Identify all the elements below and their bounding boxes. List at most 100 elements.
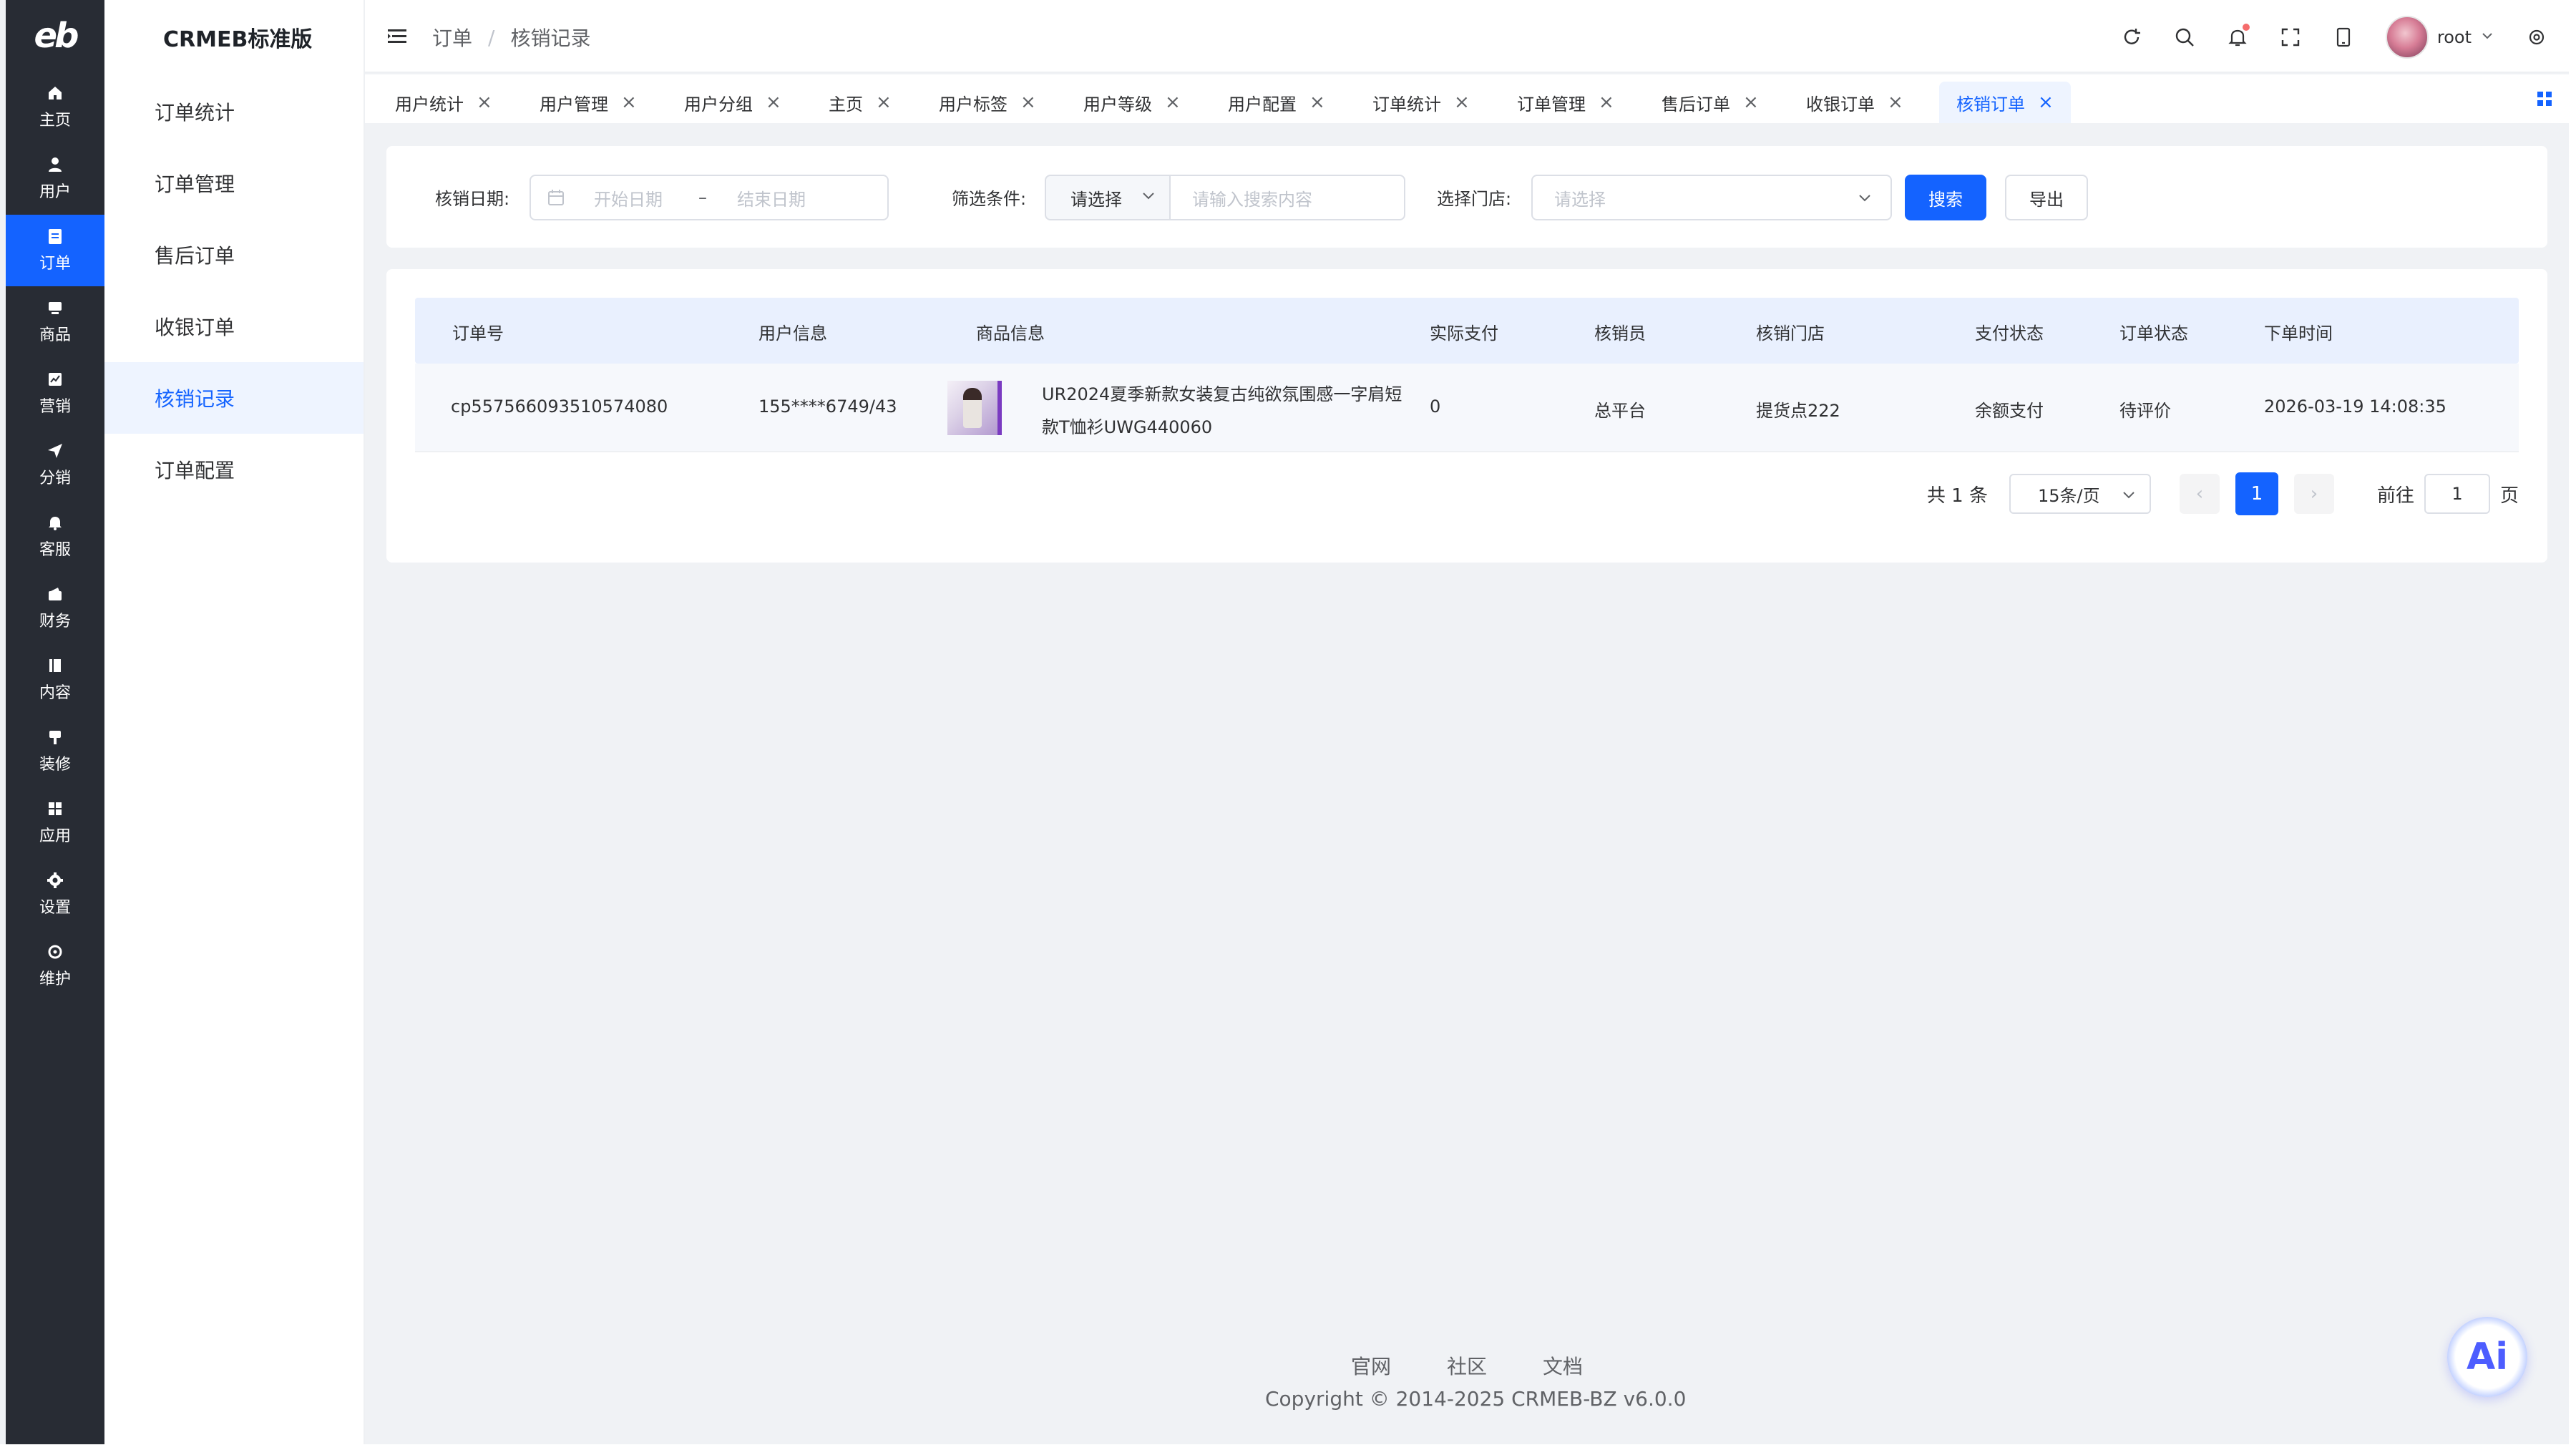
gear-icon[interactable]	[2526, 26, 2547, 48]
tab-label: 订单管理	[1517, 94, 1586, 115]
tab-user-level[interactable]: 用户等级 ×	[1066, 82, 1198, 123]
rail-item-decorate[interactable]: 装修	[6, 716, 104, 787]
close-icon[interactable]: ×	[876, 92, 892, 113]
chevron-down-icon	[1141, 188, 1156, 208]
ai-assistant-button[interactable]: Ai	[2447, 1317, 2527, 1397]
page-size-select[interactable]: 15条/页	[2009, 474, 2151, 514]
search-input[interactable]: 请输入搜索内容	[1169, 175, 1405, 220]
subnav-item-order-config[interactable]: 订单配置	[104, 434, 364, 505]
user-menu[interactable]: root	[2385, 16, 2494, 59]
rail-item-apps[interactable]: 应用	[6, 787, 104, 859]
store-cell: 提货点222	[1756, 401, 1840, 421]
tab-label: 用户统计	[395, 94, 464, 115]
clerk-cell: 总平台	[1594, 401, 1646, 421]
close-icon[interactable]: ×	[1020, 92, 1036, 113]
rail-item-maintain[interactable]: 维护	[6, 930, 104, 1002]
rail-item-content[interactable]: 内容	[6, 644, 104, 716]
rail-item-user[interactable]: 用户	[6, 143, 104, 215]
search-icon[interactable]	[2174, 26, 2195, 48]
tab-home[interactable]: 主页 ×	[811, 82, 909, 123]
footer-link-community[interactable]: 社区	[1447, 1351, 1487, 1380]
next-page-button[interactable]: ›	[2293, 474, 2334, 514]
rail-item-finance[interactable]: 财务	[6, 573, 104, 644]
tab-user-tags[interactable]: 用户标签 ×	[922, 82, 1053, 123]
rail-item-label: 主页	[39, 112, 71, 130]
column-header: 下单时间	[2264, 323, 2333, 344]
store-select[interactable]: 请选择	[1531, 175, 1892, 220]
settings-icon	[46, 872, 64, 889]
tab-user-manage[interactable]: 用户管理 ×	[522, 82, 654, 123]
brand-logo-mark: eb	[34, 16, 79, 56]
condition-select[interactable]: 请选择	[1045, 175, 1171, 220]
store-select-placeholder: 请选择	[1554, 189, 1606, 210]
table-row[interactable]: cp557566093510574080 155****6749/43 UR20…	[415, 364, 2519, 452]
subnav-item-cashier[interactable]: 收银订单	[104, 291, 364, 362]
subnav-item-order-manage[interactable]: 订单管理	[104, 147, 364, 219]
tab-cashier[interactable]: 收银订单 ×	[1789, 82, 1921, 123]
rail-item-label: 应用	[39, 827, 71, 845]
close-icon[interactable]: ×	[2038, 92, 2054, 113]
secondary-sidebar: CRMEB标准版 订单统计 订单管理 售后订单 收银订单 核销记录 订单配置	[104, 0, 365, 1450]
start-date-input[interactable]: 开始日期	[594, 185, 663, 210]
rail-item-home[interactable]: 主页	[6, 72, 104, 143]
fullscreen-icon[interactable]	[2280, 26, 2301, 48]
footer-link-official[interactable]: 官网	[1351, 1351, 1391, 1380]
paid-amount-cell: 0	[1430, 396, 1441, 417]
close-icon[interactable]: ×	[1599, 92, 1614, 113]
prev-page-button[interactable]: ‹	[2179, 474, 2220, 514]
close-icon[interactable]: ×	[1454, 92, 1470, 113]
close-icon[interactable]: ×	[1309, 92, 1325, 113]
finance-icon	[46, 585, 64, 603]
close-icon[interactable]: ×	[477, 92, 492, 113]
rail-item-marketing[interactable]: 营销	[6, 358, 104, 429]
tabs-menu-icon[interactable]	[2536, 90, 2555, 109]
footer-link-docs[interactable]: 文档	[1543, 1351, 1583, 1380]
close-icon[interactable]: ×	[1165, 92, 1181, 113]
content-icon	[46, 657, 64, 674]
rail-item-product[interactable]: 商品	[6, 286, 104, 358]
tab-user-stats[interactable]: 用户统计 ×	[378, 82, 509, 123]
brand-logo[interactable]: eb	[6, 0, 104, 72]
close-icon[interactable]: ×	[1888, 92, 1903, 113]
notification-bell-icon[interactable]	[2227, 24, 2250, 48]
tab-verify-orders[interactable]: 核销订单 ×	[1939, 82, 2071, 123]
end-date-input[interactable]: 结束日期	[737, 185, 806, 210]
subnav-item-order-stats[interactable]: 订单统计	[104, 76, 364, 147]
subnav-item-verify-records[interactable]: 核销记录	[104, 362, 364, 434]
refresh-icon[interactable]	[2121, 26, 2142, 48]
app-frame: eb 主页 用户 订单 商品 营销 分销 客服 财务 内容 装修 应用 设置 维…	[0, 0, 2576, 1450]
breadcrumb-parent[interactable]: 订单	[432, 23, 472, 52]
close-icon[interactable]: ×	[766, 92, 781, 113]
goto-page-input[interactable]: 1	[2424, 474, 2490, 514]
tab-label: 核销订单	[1956, 94, 2025, 115]
breadcrumb-current: 核销记录	[510, 26, 591, 50]
tab-aftersale[interactable]: 售后订单 ×	[1644, 82, 1776, 123]
mobile-preview-icon[interactable]	[2333, 26, 2354, 48]
rail-item-distribution[interactable]: 分销	[6, 429, 104, 501]
rail-item-label: 用户	[39, 183, 71, 201]
rail-item-settings[interactable]: 设置	[6, 859, 104, 930]
rail-item-order[interactable]: 订单	[6, 215, 104, 286]
close-icon[interactable]: ×	[1743, 92, 1759, 113]
subnav-item-aftersale[interactable]: 售后订单	[104, 219, 364, 291]
close-icon[interactable]: ×	[621, 92, 637, 113]
tab-user-config[interactable]: 用户配置 ×	[1211, 82, 1342, 123]
pay-status-cell: 余额支付	[1975, 401, 2044, 421]
export-button[interactable]: 导出	[2005, 175, 2088, 220]
tab-user-group[interactable]: 用户分组 ×	[667, 82, 799, 123]
rail-item-label: 财务	[39, 613, 71, 631]
tab-order-stats[interactable]: 订单统计 ×	[1355, 82, 1487, 123]
search-button[interactable]: 搜索	[1905, 175, 1986, 220]
product-name-line2: 款T恤衫UWG440060	[1042, 417, 1213, 437]
rail-item-service[interactable]: 客服	[6, 501, 104, 573]
rail-item-label: 订单	[39, 255, 71, 273]
menu-toggle-icon[interactable]	[386, 26, 408, 47]
tab-label: 用户等级	[1083, 94, 1152, 115]
product-icon	[46, 299, 64, 316]
app-title: CRMEB标准版	[163, 27, 313, 52]
table-header: 订单号 用户信息 商品信息 实际支付 核销员 核销门店 支付状态 订单状态 下单…	[415, 298, 2519, 364]
product-thumbnail[interactable]	[947, 381, 1002, 435]
page-number-button[interactable]: 1	[2235, 472, 2278, 515]
tab-order-manage[interactable]: 订单管理 ×	[1500, 82, 1631, 123]
date-range-picker[interactable]: 开始日期 – 结束日期	[530, 175, 889, 220]
